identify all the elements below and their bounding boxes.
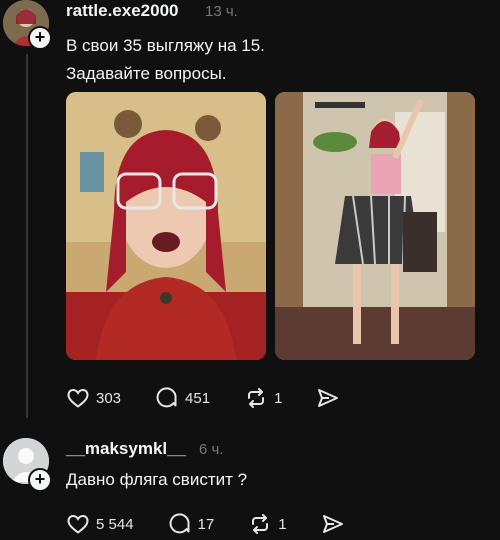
reply-text: Давно фляга свистит ? (66, 470, 248, 489)
post-text-line-1: В свои 35 выгляжу на 15. (66, 36, 265, 55)
repost-button[interactable]: 1 (244, 386, 282, 410)
reply-like-count: 5 544 (96, 515, 134, 533)
post-photo-2[interactable] (275, 92, 475, 360)
repost-icon (248, 388, 265, 408)
reply-share-button[interactable] (321, 512, 345, 536)
heart-icon (67, 388, 89, 408)
follow-plus-icon[interactable]: + (28, 26, 52, 50)
send-icon (322, 515, 343, 533)
post-username[interactable]: rattle.exe2000 (66, 1, 178, 21)
heart-icon (67, 514, 89, 534)
repost-count: 1 (274, 389, 283, 407)
reply-username[interactable]: __maksymkl__ (66, 439, 186, 459)
comment-count: 451 (185, 389, 211, 407)
send-icon (318, 389, 339, 407)
comment-icon (169, 513, 190, 534)
post-text-line-2: Задавайте вопросы. (66, 64, 227, 83)
reply-repost-count: 1 (278, 515, 287, 533)
like-count: 303 (96, 389, 122, 407)
comment-icon (156, 387, 177, 408)
reply-time: 6 ч. (199, 441, 224, 458)
post-text: В свои 35 выгляжу на 15. Задавайте вопро… (66, 32, 265, 88)
post-photo-1[interactable] (66, 92, 266, 360)
repost-icon (252, 514, 269, 534)
reply-like-button[interactable]: 5 544 (66, 512, 134, 536)
reply-comment-button[interactable]: 17 (168, 512, 215, 536)
post-actions: 303 451 1 (66, 386, 374, 410)
reply-repost-button[interactable]: 1 (248, 512, 287, 536)
reply-actions: 5 544 17 1 (66, 512, 379, 536)
like-button[interactable]: 303 (66, 386, 121, 410)
reply-comment-count: 17 (197, 515, 215, 533)
thread-line (26, 54, 28, 418)
comment-button[interactable]: 451 (155, 386, 210, 410)
post-time: 13 ч. (205, 3, 238, 20)
share-button[interactable] (316, 386, 340, 410)
reply-follow-plus-icon[interactable]: + (28, 468, 52, 492)
